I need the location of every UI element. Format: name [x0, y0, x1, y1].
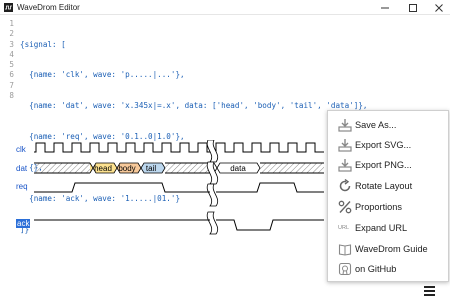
code-line[interactable]: {name: 'dat', wave: 'x.345x|=.x', data: … — [20, 101, 367, 111]
menu-item-wavedrom-guide[interactable]: WaveDrom Guide — [328, 239, 448, 259]
maximize-icon — [409, 3, 417, 12]
code-line[interactable]: {signal: [ — [20, 40, 367, 50]
dat-label-body: body — [118, 164, 135, 173]
close-icon — [435, 3, 443, 12]
line-number: 1 — [9, 19, 14, 28]
line-number: 3 — [9, 39, 14, 49]
signal-label-req: req — [16, 182, 28, 191]
code-line[interactable]: {name: 'clk', wave: 'p.....|...'}, — [20, 70, 367, 80]
dat-wave: head body tail data — [34, 162, 324, 174]
line-number: 4 — [9, 49, 14, 59]
menu-item-label: WaveDrom Guide — [355, 244, 428, 254]
dat-label-tail: tail — [146, 164, 156, 173]
window-title: WaveDrom Editor — [17, 3, 80, 12]
menu-item-save-as[interactable]: Save As... — [328, 115, 448, 135]
line-number: 2 — [9, 29, 14, 39]
minimize-button[interactable] — [372, 0, 398, 15]
signal-label-dat: dat — [16, 164, 28, 173]
menu-item-label: Proportions — [355, 202, 402, 212]
github-icon — [338, 262, 352, 276]
ack-wave — [34, 219, 324, 231]
minimize-icon — [381, 7, 389, 8]
close-button[interactable] — [426, 0, 450, 15]
url-icon: URL — [338, 225, 349, 231]
url-icon-text: URL — [338, 225, 349, 231]
menu-item-on-github[interactable]: on GitHub — [328, 259, 448, 279]
book-icon — [338, 244, 352, 256]
download-icon — [338, 139, 352, 152]
rotate-icon — [339, 179, 351, 192]
req-wave — [34, 182, 324, 193]
dat-label-head: head — [94, 164, 112, 173]
line-number-gutter: 1 2 3 4 5 6 7 8 — [0, 19, 14, 101]
wavedrom-app-icon — [4, 3, 13, 12]
title-bar: WaveDrom Editor — [0, 0, 450, 15]
line-number: 6 — [9, 70, 14, 80]
menu-item-label: Save As... — [355, 120, 397, 130]
download-icon — [338, 119, 352, 132]
menu-item-label: Expand URL — [355, 223, 408, 233]
menu-item-label: Export SVG... — [355, 140, 412, 150]
download-icon — [338, 159, 352, 172]
menu-item-label: Export PNG... — [355, 160, 412, 170]
waveform-diagram: head body tail data — [34, 140, 324, 235]
maximize-button[interactable] — [400, 0, 426, 15]
menu-item-label: on GitHub — [355, 264, 397, 274]
menu-item-label: Rotate Layout — [355, 181, 413, 191]
menu-item-expand-url[interactable]: URL Expand URL — [328, 218, 448, 238]
signal-label-clk: clk — [16, 145, 26, 154]
menu-item-rotate-layout[interactable]: Rotate Layout — [328, 176, 448, 196]
percent-icon — [338, 200, 352, 214]
line-number: 5 — [9, 60, 14, 70]
menu-item-proportions[interactable]: Proportions — [328, 197, 448, 217]
dat-label-data: data — [230, 164, 246, 173]
line-number: 7 — [9, 80, 14, 90]
menu-toggle-button[interactable] — [424, 286, 436, 296]
menu-item-export-svg[interactable]: Export SVG... — [328, 135, 448, 155]
menu-item-export-png[interactable]: Export PNG... — [328, 155, 448, 175]
signal-label-ack[interactable]: ack — [16, 219, 31, 228]
context-menu: Save As... Export SVG... Export PNG... R… — [327, 110, 449, 282]
line-number: 8 — [9, 91, 14, 101]
clk-wave — [34, 142, 324, 153]
